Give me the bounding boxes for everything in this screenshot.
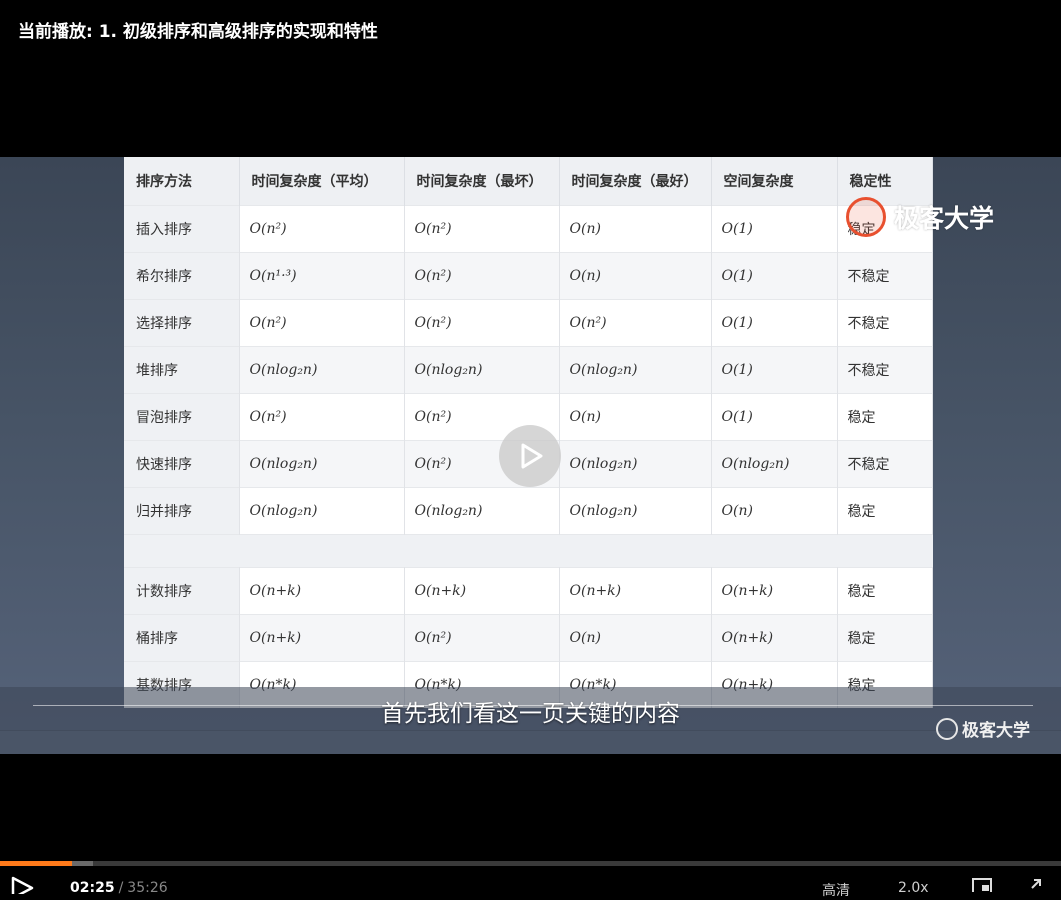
fullscreen-button[interactable] — [1024, 878, 1042, 896]
speed-selector[interactable]: 2.0x — [898, 880, 929, 896]
time-display: 02:25/35:26 — [70, 880, 168, 896]
cell-space: O(n) — [711, 487, 838, 535]
cell-stable: 稳定 — [837, 614, 933, 662]
play-icon — [11, 876, 34, 900]
cell-name: 插入排序 — [124, 205, 240, 253]
cell-worst: O(n+k) — [404, 567, 560, 615]
cell-stable: 不稳定 — [837, 299, 933, 347]
cell-name: 冒泡排序 — [124, 393, 240, 441]
table-row: 桶排序 O(n+k) O(n²) O(n) O(n+k) 稳定 — [124, 614, 933, 662]
player-controls: 02:25/35:26 高清 2.0x — [0, 866, 1061, 900]
cell-worst: O(nlog₂n) — [404, 487, 560, 535]
cell-stable: 稳定 — [837, 393, 933, 441]
column-header: 时间复杂度（平均） — [239, 157, 405, 206]
cell-best: O(nlog₂n) — [559, 440, 712, 488]
cell-worst: O(n²) — [404, 205, 560, 253]
column-header: 时间复杂度（最坏） — [404, 157, 560, 206]
cell-name: 希尔排序 — [124, 252, 240, 300]
cell-worst: O(n²) — [404, 614, 560, 662]
cell-best: O(n) — [559, 614, 712, 662]
cell-stable: 不稳定 — [837, 346, 933, 394]
cell-worst: O(n²) — [404, 299, 560, 347]
cell-space: O(1) — [711, 346, 838, 394]
geek-logo-small-icon — [936, 717, 958, 740]
cell-space: O(1) — [711, 393, 838, 441]
cell-name: 快速排序 — [124, 440, 240, 488]
cell-stable: 不稳定 — [837, 440, 933, 488]
cell-space: O(nlog₂n) — [711, 440, 838, 488]
table-row: 堆排序 O(nlog₂n) O(nlog₂n) O(nlog₂n) O(1) 不… — [124, 346, 933, 394]
spacer-cell — [124, 534, 932, 568]
watermark-logo-bottom: 极客大学 — [936, 716, 1030, 741]
cell-best: O(n) — [559, 393, 712, 441]
cell-best: O(n²) — [559, 299, 712, 347]
cell-name: 选择排序 — [124, 299, 240, 347]
table-row: 归并排序 O(nlog₂n) O(nlog₂n) O(nlog₂n) O(n) … — [124, 487, 933, 535]
cell-worst: O(nlog₂n) — [404, 346, 560, 394]
cell-avg: O(nlog₂n) — [239, 440, 405, 488]
column-header: 空间复杂度 — [711, 157, 838, 206]
video-frame[interactable]: 排序方法 时间复杂度（平均） 时间复杂度（最坏） 时间复杂度（最好） 空间复杂度… — [0, 157, 1061, 754]
cell-best: O(nlog₂n) — [559, 487, 712, 535]
table-row: 希尔排序 O(n¹·³) O(n²) O(n) O(1) 不稳定 — [124, 252, 933, 300]
cell-best: O(n+k) — [559, 567, 712, 615]
cell-space: O(n+k) — [711, 567, 838, 615]
table-spacer-row — [124, 534, 932, 568]
cell-name: 堆排序 — [124, 346, 240, 394]
now-playing-title: 当前播放: 1. 初级排序和高级排序的实现和特性 — [18, 22, 378, 42]
cell-avg: O(n+k) — [239, 614, 405, 662]
cell-stable: 不稳定 — [837, 252, 933, 300]
cell-avg: O(n²) — [239, 205, 405, 253]
title-bar: 当前播放: 1. 初级排序和高级排序的实现和特性 — [0, 0, 1061, 60]
play-pause-button[interactable] — [10, 876, 36, 900]
cell-space: O(n+k) — [711, 614, 838, 662]
cell-avg: O(n¹·³) — [239, 252, 405, 300]
cell-name: 归并排序 — [124, 487, 240, 535]
cell-best: O(n) — [559, 205, 712, 253]
quality-selector[interactable]: 高清 — [822, 880, 850, 900]
current-time: 02:25 — [70, 880, 115, 896]
subtitle-caption: 首先我们看这一页关键的内容 — [381, 701, 680, 727]
table-row: 计数排序 O(n+k) O(n+k) O(n+k) O(n+k) 稳定 — [124, 567, 933, 615]
watermark-text-top: 极客大学 — [894, 204, 995, 233]
cell-avg: O(n+k) — [239, 567, 405, 615]
cell-avg: O(n²) — [239, 393, 405, 441]
duration: 35:26 — [127, 880, 168, 896]
play-icon — [521, 443, 543, 469]
cell-name: 桶排序 — [124, 614, 240, 662]
cell-space: O(1) — [711, 252, 838, 300]
center-play-button[interactable] — [499, 425, 561, 487]
geek-logo-icon — [846, 197, 886, 237]
cell-stable: 稳定 — [837, 487, 933, 535]
cell-stable: 稳定 — [837, 567, 933, 615]
cell-best: O(n) — [559, 252, 712, 300]
column-header: 时间复杂度（最好） — [559, 157, 712, 206]
cell-avg: O(n²) — [239, 299, 405, 347]
cell-worst: O(n²) — [404, 252, 560, 300]
table-row: 选择排序 O(n²) O(n²) O(n²) O(1) 不稳定 — [124, 299, 933, 347]
table-header-row: 排序方法 时间复杂度（平均） 时间复杂度（最坏） 时间复杂度（最好） 空间复杂度… — [124, 157, 933, 206]
cell-avg: O(nlog₂n) — [239, 487, 405, 535]
watermark-logo-top: 极客大学 — [846, 195, 994, 239]
cell-avg: O(nlog₂n) — [239, 346, 405, 394]
table-row: 插入排序 O(n²) O(n²) O(n) O(1) 稳定 — [124, 205, 933, 253]
cell-space: O(1) — [711, 205, 838, 253]
video-bottom-band — [0, 730, 1061, 754]
cell-space: O(1) — [711, 299, 838, 347]
cell-name: 计数排序 — [124, 567, 240, 615]
cell-best: O(nlog₂n) — [559, 346, 712, 394]
pip-button[interactable] — [972, 878, 992, 896]
column-header: 排序方法 — [124, 157, 240, 206]
time-separator: / — [118, 880, 124, 896]
watermark-text-bottom: 极客大学 — [962, 721, 1030, 741]
